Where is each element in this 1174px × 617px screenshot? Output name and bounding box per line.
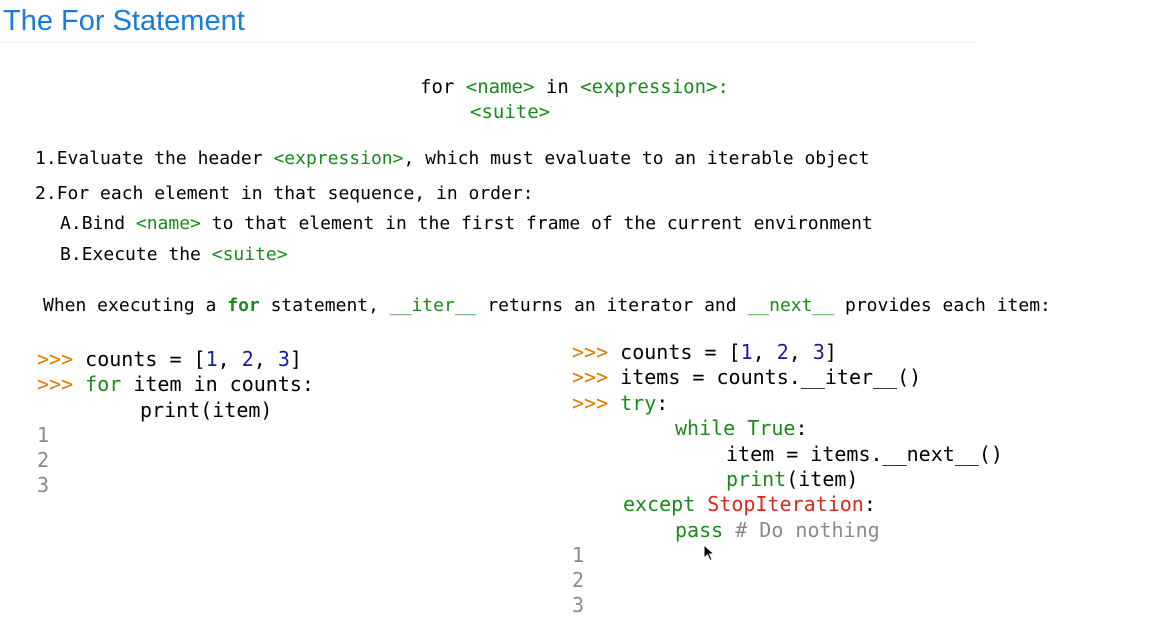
true-literal: True [735,416,796,440]
step-1-text: Evaluate the header [56,148,274,169]
left-code-line-2: >>> for item in counts: [37,372,314,396]
iteration-note-text-4: provides each item: [834,295,1051,316]
right-code-line-8: pass # Do nothing [675,518,880,542]
code-text: , [217,347,242,371]
code-text: , [788,340,813,364]
try-keyword: try [620,391,657,415]
syntax-name: <name> [465,76,535,98]
number-literal: 2 [776,340,789,364]
iteration-note-iter: __iter__ [389,295,477,316]
page-title: The For Statement [3,5,245,37]
step-2b-text: Execute the [81,244,212,265]
step-2b-suite: <suite> [211,244,288,265]
mouse-cursor-icon [703,544,716,562]
exception-name: StopIteration [695,492,864,516]
number-literal: 3 [812,340,825,364]
prompt: >>> [572,391,609,415]
iteration-note: When executing a for statement, __iter__… [43,295,1051,316]
code-text: : [863,492,876,516]
step-1-expression: <expression> [273,148,404,169]
right-code-line-3: >>> try: [572,391,668,415]
for-keyword: for [85,372,122,396]
step-2a-text-end: to that element in the first frame of th… [200,213,873,234]
step-1-text-end: , which must evaluate to an iterable obj… [403,148,870,169]
step-2-text: For each element in that sequence, in or… [56,183,534,204]
code-text: counts = [ [620,340,741,364]
step-2: 2.For each element in that sequence, in … [35,183,534,204]
step-1: 1.Evaluate the header <expression>, whic… [35,148,869,169]
right-code-line-6: print(item) [726,467,858,491]
prompt: >>> [572,340,609,364]
syntax-suite: <suite> [470,101,551,123]
right-code-line-1: >>> counts = [1, 2, 3] [572,340,837,364]
code-text: ] [289,347,302,371]
code-text: , [253,347,278,371]
code-text: item in counts: [121,372,314,396]
iteration-note-next: __next__ [747,295,835,316]
code-text: : [656,391,669,415]
right-output-1: 1 [572,543,585,567]
while-keyword: while [675,416,736,440]
left-output-2: 2 [37,448,50,472]
except-keyword: except [623,492,696,516]
right-code-line-4: while True: [675,416,807,440]
title-divider [0,42,975,43]
prompt: >>> [37,347,74,371]
step-2a: A.Bind <name> to that element in the fir… [60,213,873,234]
code-text: items = counts.__iter__() [620,365,922,389]
code-text: ] [824,340,837,364]
left-output-1: 1 [37,423,50,447]
number-literal: 2 [241,347,254,371]
code-text: : [795,416,808,440]
code-comment: # Do nothing [723,518,880,542]
prompt: >>> [37,372,74,396]
syntax-for-keyword: for [420,76,455,98]
right-code-line-2: >>> items = counts.__iter__() [572,365,921,389]
number-literal: 3 [277,347,290,371]
right-output-3: 3 [572,593,585,617]
number-literal: 1 [740,340,753,364]
step-1-number: 1. [35,148,57,169]
left-output-3: 3 [37,473,50,497]
right-output-2: 2 [572,568,585,592]
step-2b: B.Execute the <suite> [60,244,288,265]
step-2-number: 2. [35,183,57,204]
code-text: , [752,340,777,364]
right-code-line-5: item = items.__next__() [726,442,1003,466]
step-2a-text: Bind [81,213,136,234]
prompt: >>> [572,365,609,389]
code-text: counts = [ [85,347,206,371]
step-2b-letter: B. [60,244,82,265]
syntax-in-keyword: in [545,76,569,98]
step-2a-name: <name> [135,213,201,234]
right-code-line-7: except StopIteration: [623,492,876,516]
iteration-note-text-2: statement, [259,295,390,316]
print-builtin: print [726,467,787,491]
left-code-line-1: >>> counts = [1, 2, 3] [37,347,302,371]
step-2a-letter: A. [60,213,82,234]
iteration-note-text-3: returns an iterator and [476,295,748,316]
syntax-line-header: for <name> in <expression>: [420,76,729,98]
number-literal: 1 [205,347,218,371]
iteration-note-for-keyword: for [227,295,260,316]
syntax-expression: <expression>: [580,76,729,98]
iteration-note-text: When executing a [43,295,228,316]
left-code-line-3: print(item) [140,398,273,422]
pass-keyword: pass [675,518,724,542]
code-text: (item) [786,467,859,491]
